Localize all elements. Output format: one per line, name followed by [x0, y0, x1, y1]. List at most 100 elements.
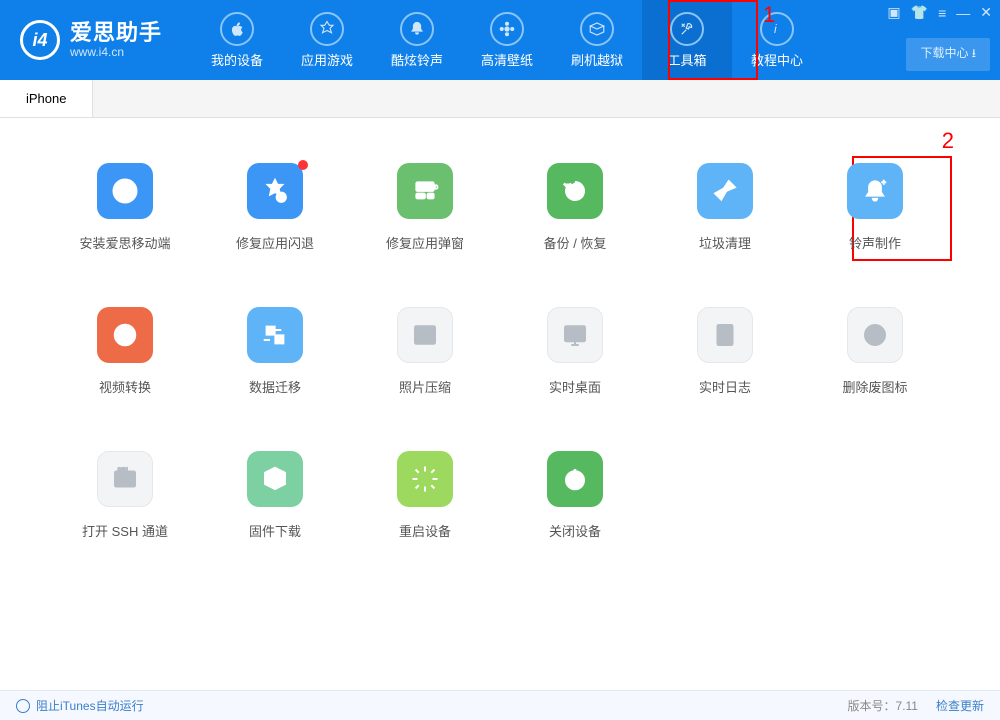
version-label: 版本号： — [848, 699, 896, 713]
flower-icon — [490, 12, 524, 46]
nav-label: 高清壁纸 — [481, 50, 533, 69]
tool-label: 备份 / 恢复 — [544, 233, 607, 252]
tab-iphone[interactable]: iPhone — [0, 80, 93, 117]
annotation-label-1: 1 — [763, 2, 775, 28]
block-itunes-toggle[interactable]: 阻止iTunes自动运行 — [16, 697, 144, 714]
tool-live-log[interactable]: 实时日志 — [650, 307, 800, 396]
play-icon — [97, 307, 153, 363]
nav-apps[interactable]: 应用游戏 — [282, 0, 372, 80]
nav-label: 工具箱 — [668, 50, 707, 69]
bell-plus-icon — [847, 163, 903, 219]
terminal-icon: SSH — [97, 451, 153, 507]
document-icon — [697, 307, 753, 363]
main-nav: 我的设备 应用游戏 酷炫铃声 高清壁纸 刷机越狱 工具箱 i 教程中心 — [192, 0, 822, 80]
restore-icon — [547, 163, 603, 219]
notification-dot — [298, 160, 308, 170]
check-update-button[interactable]: 检查更新 — [936, 697, 984, 714]
tool-firmware-download[interactable]: 固件下载 — [200, 451, 350, 540]
tools-icon — [670, 12, 704, 46]
tool-fix-popup[interactable]: Apple ID 修复应用弹窗 — [350, 163, 500, 252]
tool-panel: 2 i4 安装爱思移动端 修复应用闪退 Apple ID 修复应用弹窗 备份 /… — [0, 118, 1000, 585]
app-subtitle: www.i4.cn — [70, 46, 162, 59]
nav-label: 教程中心 — [751, 50, 803, 69]
tool-label: 重启设备 — [399, 521, 451, 540]
tool-label: 打开 SSH 通道 — [82, 521, 168, 540]
tool-label: 删除废图标 — [842, 377, 907, 396]
app-header: i4 爱思助手 www.i4.cn 我的设备 应用游戏 酷炫铃声 高清壁纸 刷机… — [0, 0, 1000, 80]
nav-ringtones[interactable]: 酷炫铃声 — [372, 0, 462, 80]
power-icon — [547, 451, 603, 507]
tool-label: 安装爱思移动端 — [79, 233, 170, 252]
tool-clean-junk[interactable]: 垃圾清理 — [650, 163, 800, 252]
nav-wallpapers[interactable]: 高清壁纸 — [462, 0, 552, 80]
nav-my-device[interactable]: 我的设备 — [192, 0, 282, 80]
cube-icon — [247, 451, 303, 507]
menu-icon[interactable]: ≡ — [938, 5, 946, 21]
monitor-icon — [547, 307, 603, 363]
nav-label: 刷机越狱 — [571, 50, 623, 69]
i4-app-icon: i4 — [97, 163, 153, 219]
nav-label: 应用游戏 — [301, 50, 353, 69]
download-icon: ⭳ — [972, 46, 976, 60]
tool-ringtone-maker[interactable]: 铃声制作 — [800, 163, 950, 252]
download-center-button[interactable]: 下载中心 ⭳ — [906, 38, 990, 71]
logo-icon: i4 — [20, 20, 60, 60]
tool-label: 铃声制作 — [849, 233, 901, 252]
tool-restart-device[interactable]: 重启设备 — [350, 451, 500, 540]
tool-photo-compress[interactable]: 照片压缩 — [350, 307, 500, 396]
tool-label: 实时桌面 — [549, 377, 601, 396]
restart-icon — [397, 451, 453, 507]
appstore-icon — [310, 12, 344, 46]
skin-icon[interactable]: 👕 — [911, 4, 928, 21]
image-icon — [397, 307, 453, 363]
tool-fix-crash[interactable]: 修复应用闪退 — [200, 163, 350, 252]
svg-text:SSH: SSH — [118, 468, 129, 474]
pie-remove-icon — [847, 307, 903, 363]
tool-label: 关闭设备 — [549, 521, 601, 540]
appstore-check-icon — [247, 163, 303, 219]
svg-text:Apple ID: Apple ID — [419, 185, 439, 191]
nav-tutorials[interactable]: i 教程中心 — [732, 0, 822, 80]
toggle-off-icon — [16, 699, 30, 713]
status-bar: 阻止iTunes自动运行 版本号：7.11 检查更新 — [0, 690, 1000, 720]
block-itunes-label: 阻止iTunes自动运行 — [36, 697, 144, 714]
broom-icon — [697, 163, 753, 219]
version-number: 7.11 — [896, 699, 918, 713]
tool-label: 固件下载 — [249, 521, 301, 540]
logo: i4 爱思助手 www.i4.cn — [20, 20, 162, 60]
bell-icon — [400, 12, 434, 46]
transfer-icon — [247, 307, 303, 363]
tool-shutdown-device[interactable]: 关闭设备 — [500, 451, 650, 540]
window-controls: ▣ 👕 ≡ — ✕ — [887, 4, 992, 21]
minimize-button[interactable]: — — [956, 5, 970, 21]
tool-ssh[interactable]: SSH 打开 SSH 通道 — [50, 451, 200, 540]
tool-label: 实时日志 — [699, 377, 751, 396]
svg-text:i4: i4 — [119, 187, 128, 199]
download-center-label: 下载中心 — [920, 46, 968, 60]
tool-install-mobile[interactable]: i4 安装爱思移动端 — [50, 163, 200, 252]
appleid-icon: Apple ID — [397, 163, 453, 219]
apple-icon — [220, 12, 254, 46]
nav-label: 我的设备 — [211, 50, 263, 69]
close-button[interactable]: ✕ — [980, 4, 992, 21]
tool-label: 修复应用闪退 — [236, 233, 314, 252]
tool-label: 数据迁移 — [249, 377, 301, 396]
tool-label: 照片压缩 — [399, 377, 451, 396]
tool-backup-restore[interactable]: 备份 / 恢复 — [500, 163, 650, 252]
tool-label: 垃圾清理 — [699, 233, 751, 252]
tool-delete-dead-icons[interactable]: 删除废图标 — [800, 307, 950, 396]
app-title: 爱思助手 — [70, 21, 162, 45]
box-open-icon — [580, 12, 614, 46]
device-tab-bar: iPhone — [0, 80, 1000, 118]
tool-live-desktop[interactable]: 实时桌面 — [500, 307, 650, 396]
annotation-label-2: 2 — [942, 128, 954, 154]
tool-video-convert[interactable]: 视频转换 — [50, 307, 200, 396]
nav-label: 酷炫铃声 — [391, 50, 443, 69]
nav-jailbreak[interactable]: 刷机越狱 — [552, 0, 642, 80]
nav-toolbox[interactable]: 工具箱 — [642, 0, 732, 80]
version-text: 版本号：7.11 — [848, 697, 918, 714]
tool-data-migrate[interactable]: 数据迁移 — [200, 307, 350, 396]
feedback-icon[interactable]: ▣ — [887, 4, 900, 21]
tool-label: 修复应用弹窗 — [386, 233, 464, 252]
tool-label: 视频转换 — [99, 377, 151, 396]
